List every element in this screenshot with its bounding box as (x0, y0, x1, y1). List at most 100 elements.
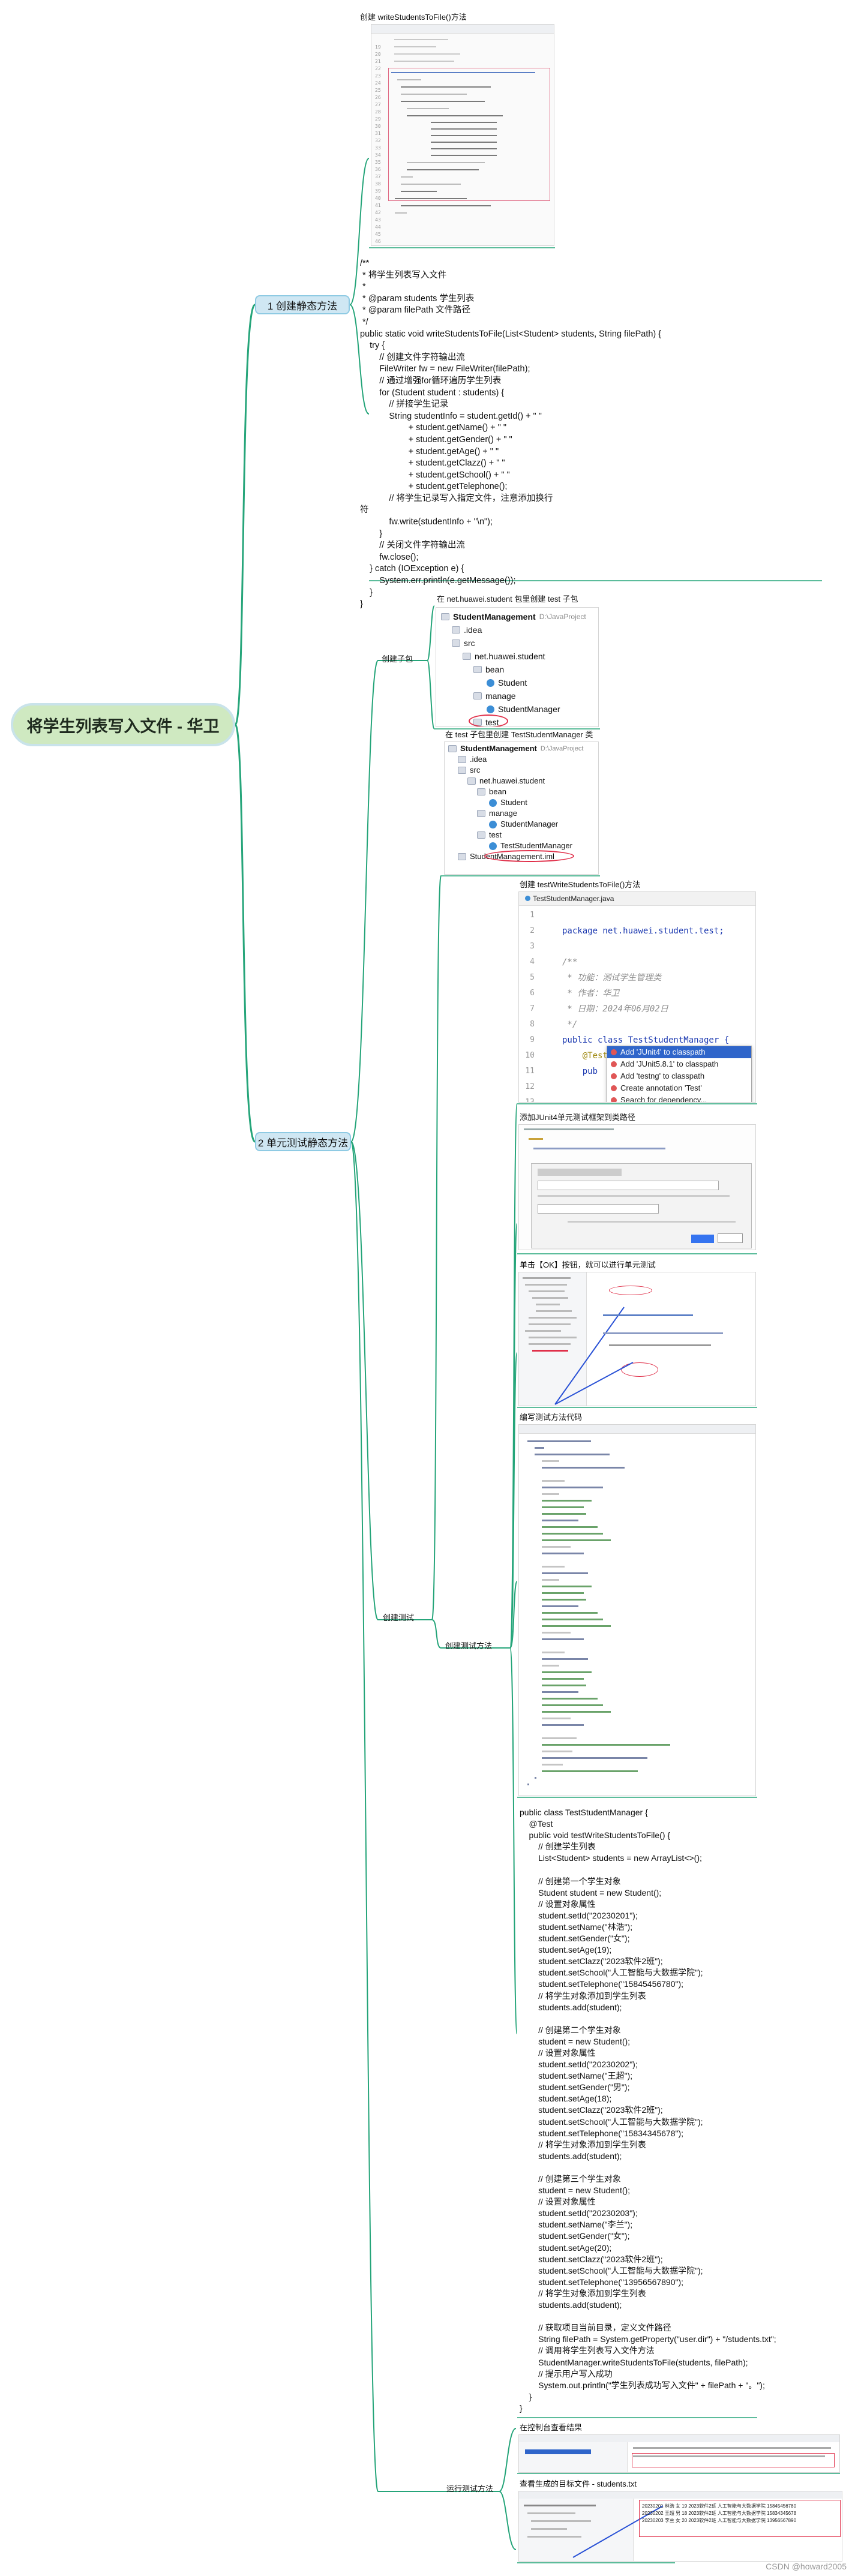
screenshot-write-method: 19 20 21 22 23 24 25 26 27 28 29 30 31 3… (371, 24, 554, 246)
popup-item-add-testng[interactable]: Add 'testng' to classpath (607, 1070, 751, 1082)
mini-code-bar (535, 1447, 544, 1449)
branch-unit-test[interactable]: 2 单元测试静态方法 (255, 1132, 351, 1151)
arrow-annotation (554, 1307, 634, 1405)
mini-code-bar (542, 1619, 604, 1620)
package-icon (477, 831, 485, 839)
tree-manage: manage (485, 691, 516, 701)
file-icon (458, 853, 466, 860)
mini-code-bar (542, 1770, 638, 1772)
caption-write-test-code: 编写测试方法代码 (520, 1413, 583, 1422)
class-icon (525, 896, 530, 901)
mini-code-bar (542, 1520, 578, 1521)
tree-studentmanager: StudentManager (500, 819, 559, 828)
screenshot-junit-dialog (518, 1124, 756, 1250)
package-icon (477, 810, 485, 817)
editor-line: package net.huawei.student.test; (562, 926, 724, 936)
popup-item-create-annotation[interactable]: Create annotation 'Test' (607, 1082, 751, 1094)
editor-line: pub (562, 1067, 598, 1076)
tree-project-path: D:\JavaProject (539, 613, 586, 621)
mini-code-image (388, 37, 550, 239)
mini-code-bar (542, 1671, 592, 1673)
mini-code-bar (542, 1658, 588, 1660)
tree-src: src (470, 765, 481, 774)
mini-code-bar (542, 1605, 578, 1607)
class-icon (489, 842, 497, 850)
tree-project-name: StudentManagement (460, 744, 537, 753)
root-topic[interactable]: 将学生列表写入文件 - 华卫 (11, 703, 235, 746)
link-branch2-createtest (350, 1141, 379, 1620)
mini-code-bar (542, 1487, 604, 1488)
file-line: 20230201 林浩 女 19 2023软件2班 人工智能与大数据学院 158… (642, 2503, 797, 2509)
quickfix-popup[interactable]: Add 'JUnit4' to classpath Add 'JUnit5.8.… (607, 1046, 752, 1102)
screenshot-editor: TestStudentManager.java 1 2 3 4 5 6 7 8 … (518, 891, 756, 1103)
watermark: CSDN @howard2005 (766, 2562, 847, 2571)
mini-code-bar (527, 1784, 530, 1785)
highlight-ring (484, 850, 574, 862)
class-icon (489, 798, 497, 807)
node-create-subpackage[interactable]: 创建子包 (382, 654, 413, 665)
class-icon (487, 705, 494, 713)
mini-code-bar (542, 1533, 604, 1535)
mini-code-bar (542, 1698, 598, 1700)
package-icon (473, 692, 482, 699)
mini-code-bar (542, 1592, 584, 1594)
node-create-test-method[interactable]: 创建测试方法 (445, 1641, 492, 1652)
caption-add-junit: 添加JUnit4单元测试框架到类路径 (520, 1113, 635, 1122)
editor-tab[interactable]: TestStudentManager.java (519, 892, 755, 906)
tree-studentmanager: StudentManager (498, 704, 560, 714)
mini-code-bar (542, 1665, 559, 1667)
mini-code-bar (542, 1718, 571, 1719)
screenshot-test-code (518, 1424, 756, 1796)
mini-code-bar (542, 1566, 565, 1568)
file-content-box: 20230201 林浩 女 19 2023软件2班 人工智能与大数据学院 158… (639, 2500, 841, 2537)
branch-create-static-method[interactable]: 1 创建静态方法 (255, 295, 350, 314)
screenshot-class-tree: StudentManagement D:\JavaProject .idea sr… (444, 741, 599, 875)
node-create-test[interactable]: 创建测试 (383, 1613, 414, 1623)
mini-code-bar (542, 1685, 586, 1686)
mini-code-bar (542, 1764, 563, 1766)
tree-src: src (464, 638, 475, 648)
highlight-ring (469, 714, 508, 726)
mini-code-bar (542, 1500, 592, 1502)
mini-code-bar (535, 1454, 610, 1455)
ok-button[interactable] (691, 1235, 714, 1243)
mini-code-bar (542, 1493, 559, 1495)
node-run-test[interactable]: 运行测试方法 (446, 2484, 493, 2494)
editor-gutter: 1 2 3 4 5 6 7 8 9 10 11 12 13 (525, 911, 535, 1103)
popup-item-search-dependency[interactable]: Search for dependency... (607, 1094, 751, 1102)
folder-icon (441, 613, 449, 620)
screenshot-target-file: 20230201 林浩 女 19 2023软件2班 人工智能与大数据学院 158… (518, 2491, 842, 2562)
editor-line: @Test (562, 1051, 608, 1061)
popup-item-add-junit5[interactable]: Add 'JUnit5.8.1' to classpath (607, 1058, 751, 1070)
folder-icon (452, 640, 460, 647)
link-branch2-run (350, 1141, 379, 2492)
mini-code-bar (542, 1691, 578, 1693)
mini-code-bar (542, 1526, 598, 1528)
mini-line-numbers: 19 20 21 22 23 24 25 26 27 28 29 30 31 3… (375, 44, 381, 244)
mini-code-bar (542, 1711, 611, 1713)
mini-code-bar (542, 1625, 611, 1627)
caption-target-file: 查看生成的目标文件 - students.txt (520, 2479, 637, 2488)
screenshot-subpackage-tree: StudentManagement D:\JavaProject .idea sr… (436, 607, 599, 727)
folder-icon (452, 626, 460, 634)
mini-code-bar (542, 1678, 584, 1680)
mini-code-bar (527, 1440, 591, 1442)
cancel-button[interactable] (718, 1233, 743, 1243)
file-line: 20230202 王超 男 18 2023软件2班 人工智能与大数据学院 158… (642, 2511, 797, 2516)
mini-code-bar (542, 1579, 559, 1581)
mini-code-bar (542, 1546, 571, 1548)
tree-test: test (489, 830, 502, 839)
project-tree-2: StudentManagement D:\JavaProject .idea sr… (448, 743, 583, 862)
mini-code-bar (542, 1467, 625, 1469)
tree-bean: bean (489, 787, 506, 796)
caption-subpackage: 在 net.huawei.student 包里创建 test 子包 (437, 595, 578, 604)
popup-item-add-junit4[interactable]: Add 'JUnit4' to classpath (607, 1046, 751, 1058)
caption-write-method: 创建 writeStudentsToFile()方法 (360, 13, 467, 22)
tree-project-name: StudentManagement (453, 612, 536, 622)
caption-create-class: 在 test 子包里创建 TestStudentManager 类 (445, 730, 593, 739)
mini-code-bar (542, 1572, 588, 1574)
mini-code-bar (542, 1612, 598, 1614)
package-icon (463, 653, 471, 660)
mini-code-bar (542, 1638, 584, 1640)
test-method-code: public class TestStudentManager { @Test … (520, 1808, 776, 2413)
